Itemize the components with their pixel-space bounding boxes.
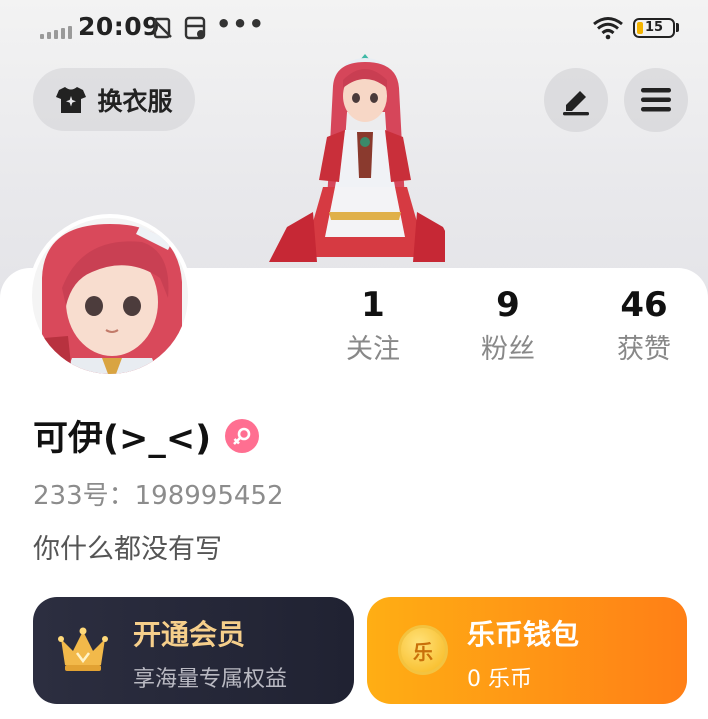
bio-text[interactable]: 你什么都没有写 [33,527,222,566]
vip-title: 开通会员 [133,618,246,651]
notification-card-icon [184,16,206,40]
menu-button[interactable] [624,68,688,132]
battery-icon: 15 [633,18,675,38]
following-count: 1 [361,285,385,325]
no-sim-icon [153,17,172,39]
coin-icon: 乐 [398,625,448,675]
more-notifications-icon: ••• [216,10,266,38]
stat-following[interactable]: 1 关注 [318,285,428,367]
avatar-portrait-image [32,218,188,374]
status-bar: 20:09 ••• 15 [0,0,708,58]
battery-level: 15 [644,20,664,35]
followers-count: 9 [496,285,520,325]
username-row: 可伊(>_<) [33,410,260,461]
dress-up-label: 换衣服 [97,86,173,116]
following-label: 关注 [346,334,400,365]
wifi-icon [593,17,623,40]
status-time: 20:09 [78,12,161,41]
likes-count: 46 [620,285,668,325]
account-id[interactable]: 233号：198995452 [33,475,284,512]
dress-up-button[interactable]: 换衣服 [33,68,195,131]
likes-label: 获赞 [617,334,671,365]
vip-membership-card[interactable]: 开通会员 享海量专属权益 [33,597,354,704]
female-gender-icon [225,418,260,453]
pencil-icon [563,91,589,116]
username: 可伊(>_<) [33,419,212,459]
stat-likes[interactable]: 46 获赞 [589,285,699,367]
vip-subtitle: 享海量专属权益 [133,667,288,692]
avatar[interactable] [32,218,188,374]
signal-icon [40,26,72,39]
crown-icon [58,627,108,671]
followers-label: 粉丝 [481,334,535,365]
wallet-title: 乐币钱包 [467,618,580,651]
hamburger-menu-icon [641,88,671,112]
stat-followers[interactable]: 9 粉丝 [453,285,563,367]
battery-cap [676,23,679,32]
tshirt-sparkle-icon [56,86,87,113]
edit-profile-button[interactable] [544,68,608,132]
wallet-balance: 0 乐币 [467,667,532,692]
wallet-card[interactable]: 乐 乐币钱包 0 乐币 [367,597,687,704]
avatar-3d-model[interactable] [265,52,445,272]
